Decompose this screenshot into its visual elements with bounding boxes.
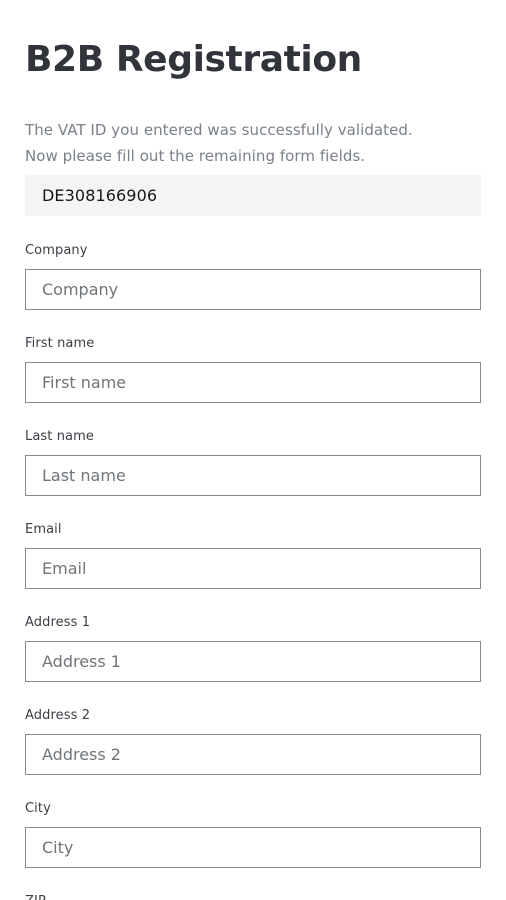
field-group-first-name: First name xyxy=(25,336,481,429)
field-label-city: City xyxy=(25,801,51,816)
field-input-last-name[interactable] xyxy=(25,455,481,496)
intro-text: The VAT ID you entered was successfully … xyxy=(25,118,481,169)
field-group-city: City xyxy=(25,801,481,894)
form-fields: Company First name Last name Email Address 1… xyxy=(25,243,481,900)
field-input-address-1[interactable] xyxy=(25,641,481,682)
field-group-last-name: Last name xyxy=(25,429,481,522)
field-label-zip: ZIP xyxy=(25,894,481,900)
field-input-first-name[interactable] xyxy=(25,362,481,403)
field-group-address-1: Address 1 xyxy=(25,615,481,708)
field-label-company: Company xyxy=(25,243,88,258)
field-label-email: Email xyxy=(25,522,62,537)
vat-id-value: DE308166906 xyxy=(42,185,158,205)
field-input-company[interactable] xyxy=(25,269,481,310)
field-label-address-2: Address 2 xyxy=(25,708,91,723)
intro-line-1: The VAT ID you entered was successfully … xyxy=(25,121,413,139)
registration-page: B2B Registration The VAT ID you entered … xyxy=(0,0,506,900)
field-input-city[interactable] xyxy=(25,827,481,868)
vat-id-readonly-box: DE308166906 xyxy=(25,175,481,216)
field-label-last-name: Last name xyxy=(25,429,94,444)
field-label-address-1: Address 1 xyxy=(25,615,91,630)
field-label-first-name: First name xyxy=(25,336,95,351)
page-title: B2B Registration xyxy=(25,39,362,80)
field-group-address-2: Address 2 xyxy=(25,708,481,801)
intro-line-2: Now please fill out the remaining form f… xyxy=(25,146,366,165)
field-group-company: Company xyxy=(25,243,481,336)
field-group-zip: ZIP xyxy=(25,894,481,900)
field-input-address-2[interactable] xyxy=(25,734,481,775)
field-group-email: Email xyxy=(25,522,481,615)
field-input-email[interactable] xyxy=(25,548,481,589)
